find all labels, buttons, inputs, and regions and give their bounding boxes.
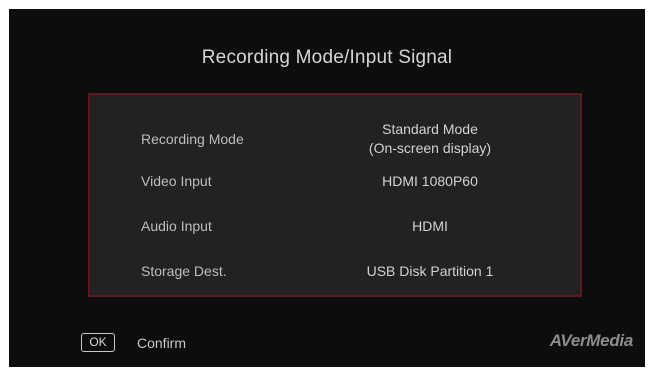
- setting-label: Video Input: [141, 173, 212, 189]
- setting-label: Audio Input: [141, 218, 212, 234]
- footer-bar: OK Confirm AVerMedia: [9, 327, 645, 367]
- page-title: Recording Mode/Input Signal: [201, 47, 453, 68]
- avermedia-logo: AVerMedia: [549, 331, 634, 350]
- settings-panel: Recording Mode Standard Mode (On-screen …: [88, 93, 582, 297]
- ok-key-button[interactable]: OK: [81, 333, 115, 352]
- setting-label: Storage Dest.: [141, 263, 227, 279]
- setting-value-line: (On-screen display): [368, 140, 492, 156]
- confirm-label: Confirm: [137, 335, 187, 351]
- setting-value: HDMI: [412, 217, 448, 234]
- settings-row-video-input: Video Input HDMI 1080P60: [90, 171, 580, 191]
- setting-value: USB Disk Partition 1: [366, 262, 494, 279]
- setting-value-line: Standard Mode: [382, 121, 478, 137]
- screen: Recording Mode/Input Signal Recording Mo…: [9, 9, 645, 367]
- settings-row-audio-input: Audio Input HDMI: [90, 216, 580, 236]
- settings-row-storage-dest: Storage Dest. USB Disk Partition 1: [90, 261, 580, 281]
- setting-value: Standard Mode (On-screen display): [320, 120, 540, 158]
- setting-label: Recording Mode: [141, 131, 244, 147]
- settings-row-recording-mode: Recording Mode Standard Mode (On-screen …: [90, 119, 580, 159]
- setting-value: HDMI 1080P60: [382, 172, 478, 189]
